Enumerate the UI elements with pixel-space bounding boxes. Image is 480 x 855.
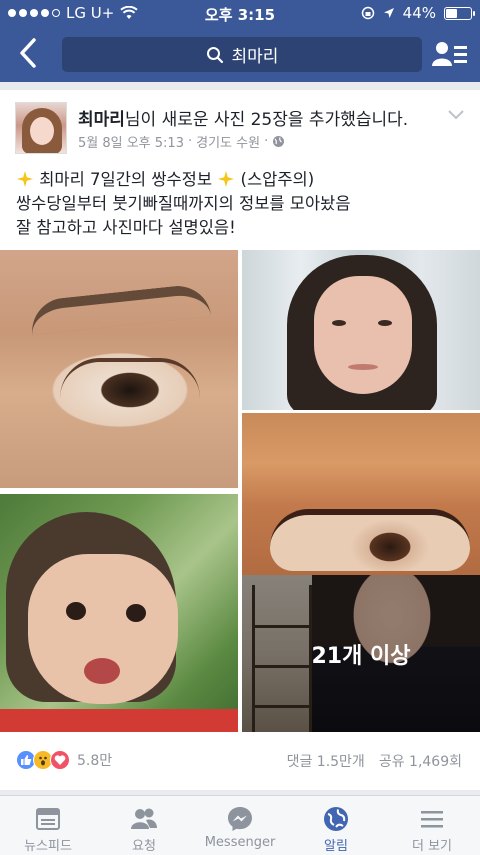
share-count[interactable]: 공유 1,469회 xyxy=(379,751,462,771)
tab-messenger[interactable]: Messenger xyxy=(192,796,288,855)
caption-line-2: 쌍수당일부터 붓기빠질때까지의 정보를 모아놨음 xyxy=(16,194,351,213)
status-right: 44% xyxy=(361,4,475,22)
photo-selfie-outdoor[interactable] xyxy=(0,494,238,732)
post-location[interactable]: 경기도 수원 xyxy=(196,132,260,151)
tab-label: 뉴스피드 xyxy=(24,839,72,854)
search-icon xyxy=(206,46,223,63)
post-action-text: 님이 새로운 사진 25장을 추가했습니다. xyxy=(124,110,409,130)
photo-eye-closeup[interactable] xyxy=(0,250,238,488)
tab-news-feed[interactable]: 뉴스피드 xyxy=(0,796,96,855)
hamburger-menu-icon xyxy=(421,811,443,828)
globe-notifications-icon xyxy=(324,807,348,831)
post-caption: 최마리 7일간의 쌍수정보 (스압주의) 쌍수당일부터 붓기빠질때까지의 정보를… xyxy=(16,168,466,240)
sparkle-icon xyxy=(218,171,235,187)
globe-privacy-icon xyxy=(273,136,285,147)
battery-icon xyxy=(444,6,475,20)
tab-friend-requests[interactable]: 요청 xyxy=(96,796,192,855)
caption-line-3: 잘 참고하고 사진마다 설명있음! xyxy=(16,218,236,237)
sparkle-icon xyxy=(17,171,33,187)
tab-label: Messenger xyxy=(204,835,276,850)
photo-face-front[interactable] xyxy=(242,250,480,410)
news-feed-icon xyxy=(36,808,60,830)
caption-warning: (스압주의) xyxy=(240,170,315,189)
battery-percent: 44% xyxy=(402,4,436,22)
search-query: 최마리 xyxy=(231,47,279,67)
caption-title: 최마리 7일간의 쌍수정보 xyxy=(39,170,213,189)
photo-eyelid-closeup[interactable] xyxy=(242,413,480,581)
feed-post: 최마리님이 새로운 사진 25장을 추가했습니다. 5월 8일 오후 5:13 … xyxy=(0,90,480,790)
back-arrow-icon[interactable] xyxy=(14,36,44,70)
comment-count[interactable]: 댓글 1.5만개 xyxy=(287,751,365,771)
friend-requests-icon xyxy=(131,808,157,829)
tab-label: 요청 xyxy=(132,839,156,854)
status-bar: LG U+ 오후 3:15 44% xyxy=(0,0,480,28)
love-reaction-icon xyxy=(50,750,70,770)
location-arrow-icon xyxy=(383,8,394,18)
chevron-down-icon[interactable] xyxy=(446,108,466,122)
tab-more[interactable]: 더 보기 xyxy=(384,796,480,855)
post-stats: 댓글 1.5만개 공유 1,469회 xyxy=(287,751,462,771)
author-name[interactable]: 최마리 xyxy=(78,110,125,130)
profile-list-icon[interactable] xyxy=(432,40,468,70)
messenger-icon xyxy=(228,807,252,831)
search-input[interactable]: 최마리 xyxy=(62,37,422,72)
battery-level-fill xyxy=(446,8,457,18)
bottom-tab-bar: 뉴스피드 요청 Messenger 알림 더 보기 xyxy=(0,795,480,855)
avatar[interactable] xyxy=(15,102,67,154)
tab-notifications[interactable]: 알림 xyxy=(288,796,384,855)
post-header: 최마리님이 새로운 사진 25장을 추가했습니다. xyxy=(78,105,408,130)
post-meta: 5월 8일 오후 5:13 · 경기도 수원 · xyxy=(78,132,285,151)
reaction-count: 5.8만 xyxy=(77,753,113,769)
tab-label: 알림 xyxy=(324,839,348,854)
reactions-summary[interactable]: 5.8만 xyxy=(16,750,112,770)
post-date[interactable]: 5월 8일 오후 5:13 xyxy=(78,132,184,151)
rotation-lock-icon xyxy=(361,6,374,20)
more-photos-label[interactable]: 21개 이상 xyxy=(242,575,480,732)
top-bar: LG U+ 오후 3:15 44% 최마리 xyxy=(0,0,480,82)
tab-label: 더 보기 xyxy=(411,839,452,854)
